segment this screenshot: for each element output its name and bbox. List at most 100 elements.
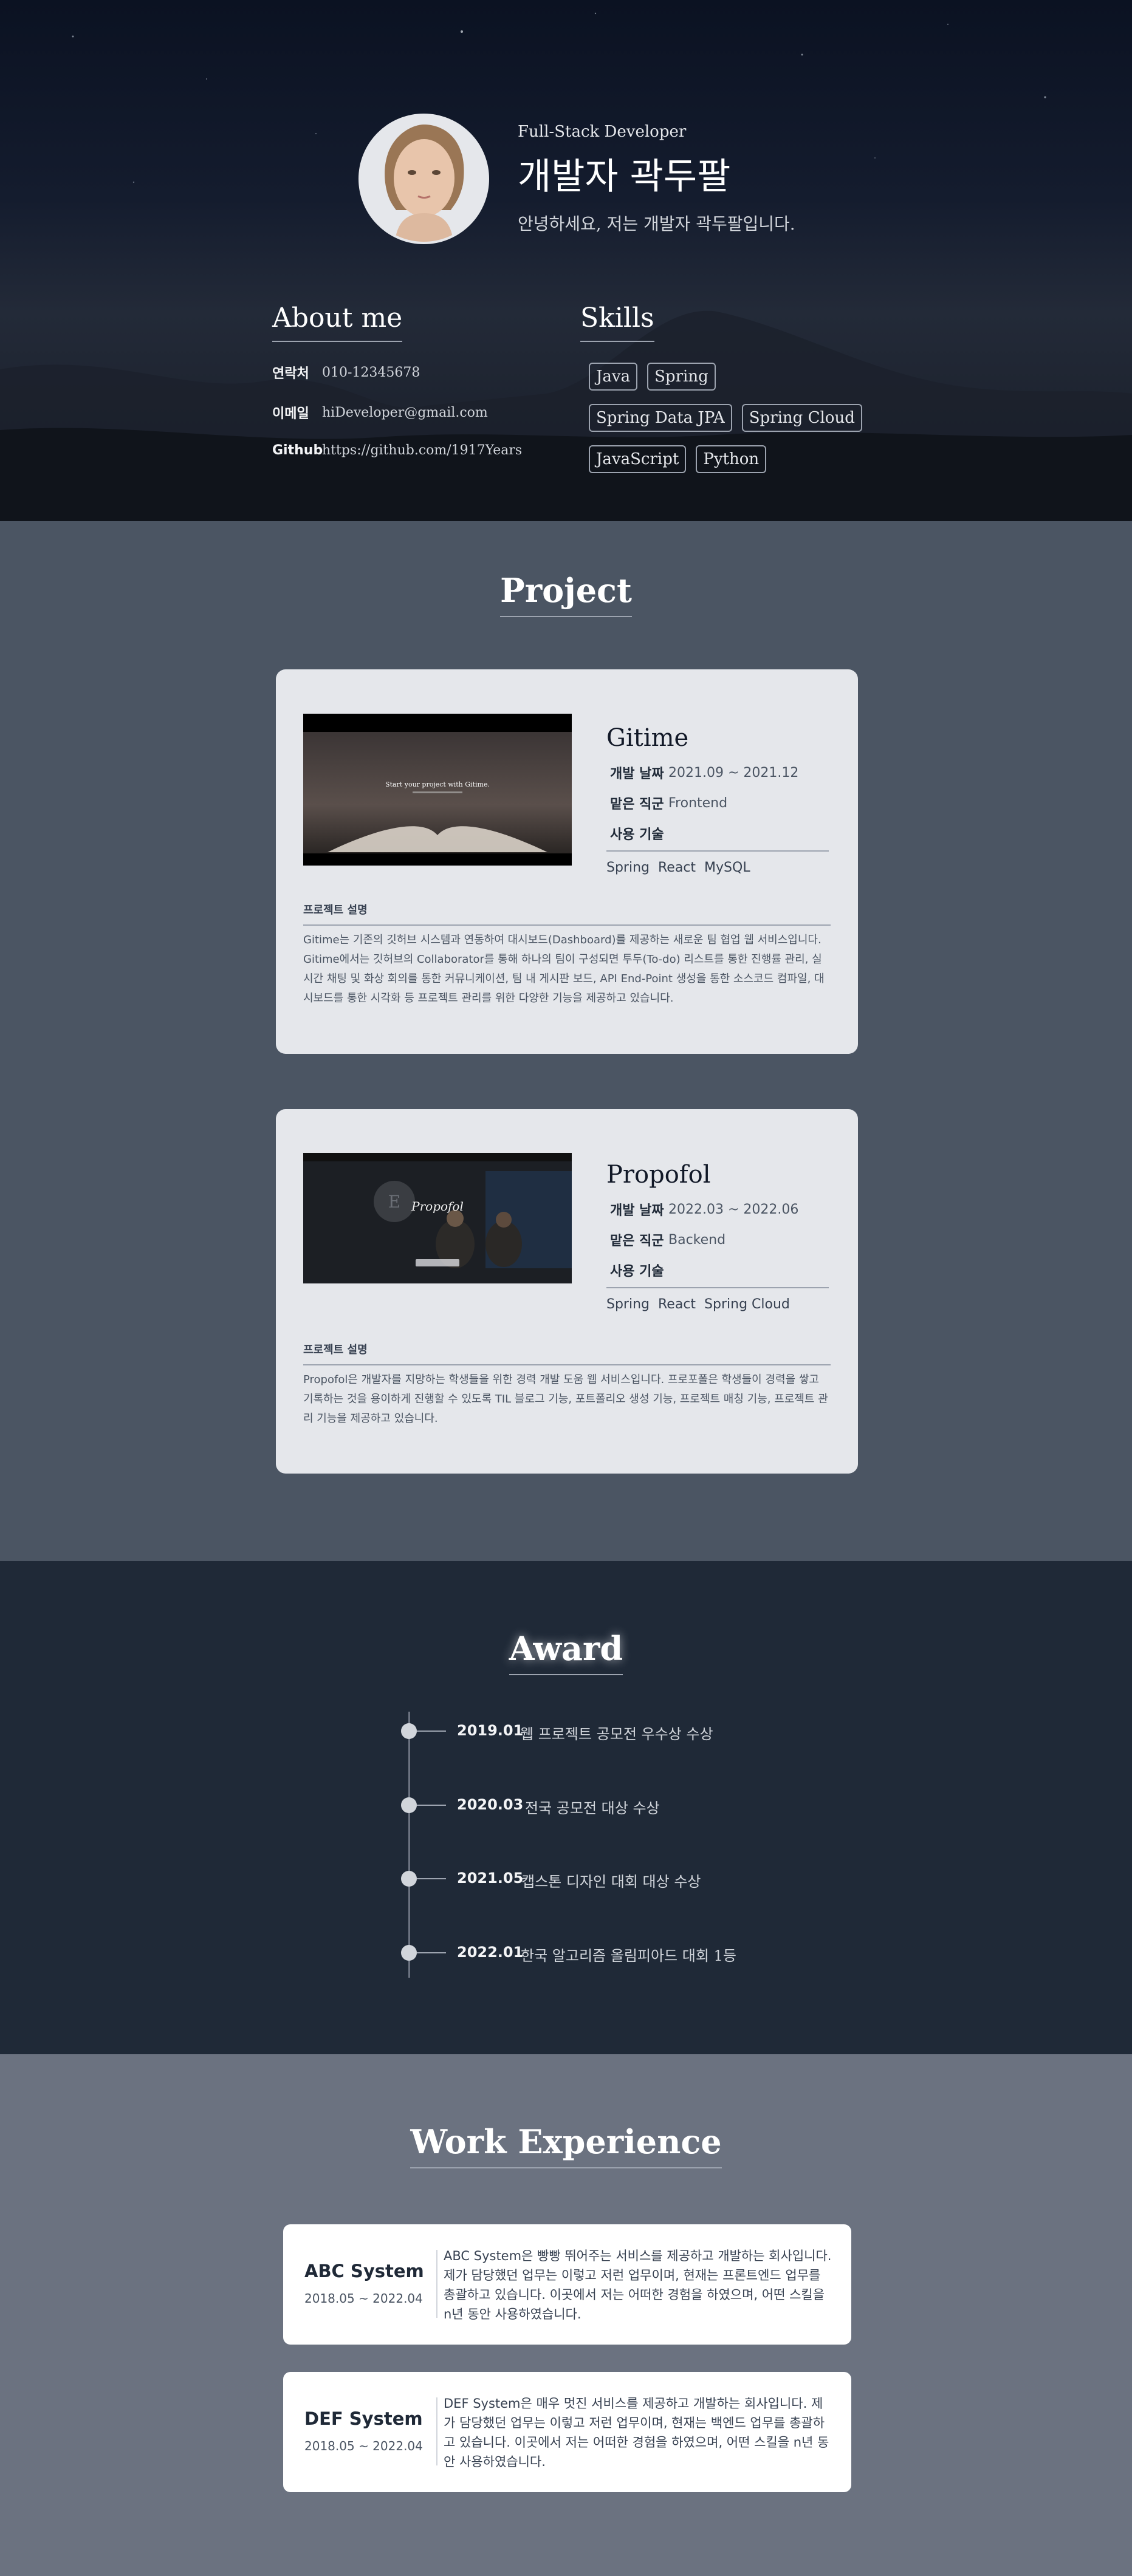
project-tech-label: 사용 기술 <box>606 1260 829 1288</box>
hero-name: 개발자 곽두팔 <box>518 155 731 198</box>
timeline-line <box>408 1712 410 1978</box>
project-date: 2022.03 ~ 2022.06 <box>668 1201 799 1217</box>
award-date: 2020.03 <box>457 1796 524 1813</box>
project-tech-item: Spring <box>606 1297 650 1312</box>
about-row-github: Github https://github.com/1917Years <box>272 443 522 458</box>
award-title-wrap: Award <box>0 1629 1132 1675</box>
skill-chip: JavaScript <box>589 445 687 473</box>
skills-section: Skills Java Spring Spring Data JPA Sprin… <box>580 302 866 473</box>
work-description: ABC System은 빵빵 뛰어주는 서비스를 제공하고 개발하는 회사입니다… <box>444 2249 832 2321</box>
about-row-contact: 연락처 010-12345678 <box>272 363 522 382</box>
project-tech-item: React <box>658 860 696 875</box>
project-card-propofol[interactable]: E Propofol Propofol 개발 날짜 2022.03 ~ 2022… <box>276 1109 858 1474</box>
award-name: 캡스톤 디자인 대회 대상 수상 <box>521 1873 701 1890</box>
award-name: 웹 프로젝트 공모전 우수상 수상 <box>520 1726 713 1743</box>
about-row-email: 이메일 hiDeveloper@gmail.com <box>272 403 522 422</box>
skill-chip: Spring <box>647 363 716 391</box>
timeline-dot <box>401 1945 417 1961</box>
about-value[interactable]: https://github.com/1917Years <box>322 443 522 458</box>
about-value: hiDeveloper@gmail.com <box>322 405 488 420</box>
project-tech-list: Spring React MySQL <box>606 860 829 875</box>
project-description: 프로젝트 설명 Gitime는 기존의 깃허브 시스템과 연동하여 대시보드(D… <box>303 901 831 1008</box>
timeline-connector <box>417 1952 446 1953</box>
hero-role: Full-Stack Developer <box>518 123 687 141</box>
project-tech-item: React <box>658 1297 696 1312</box>
award-date: 2019.01 <box>457 1722 524 1739</box>
timeline-dot <box>401 1797 417 1813</box>
about-section: About me 연락처 010-12345678 이메일 hiDevelope… <box>272 302 522 458</box>
company-name: ABC System <box>304 2261 424 2281</box>
hero-greeting: 안녕하세요, 저는 개발자 곽두팔입니다. <box>518 214 795 234</box>
project-title-wrap: Project <box>0 571 1132 617</box>
project-role-row: 맡은 직군 Backend <box>606 1230 829 1249</box>
project-date-label: 개발 날짜 <box>610 767 664 782</box>
work-divider <box>436 2250 437 2318</box>
skill-chip: Java <box>589 363 638 391</box>
project-tech-list: Spring React Spring Cloud <box>606 1297 829 1312</box>
skill-chip: Spring Cloud <box>741 404 862 432</box>
screenshot-headline: Start your project with Gitime. <box>385 781 490 788</box>
avatar <box>358 114 489 244</box>
project-role: Frontend <box>668 795 728 811</box>
project-tech-label: 사용 기술 <box>606 824 829 852</box>
timeline-connector <box>417 1805 446 1806</box>
project-title: Project <box>500 571 632 617</box>
work-divider <box>436 2397 437 2465</box>
timeline-connector <box>417 1878 446 1879</box>
profile-header: Full-Stack Developer 개발자 곽두팔 안녕하세요, 저는 개… <box>358 114 795 244</box>
mountain-silhouette <box>0 310 1132 521</box>
project-screenshot: E Propofol <box>303 1153 572 1283</box>
work-card-def[interactable]: DEF System 2018.05 ~ 2022.04 DEF System은… <box>283 2372 851 2492</box>
about-key: Github <box>272 443 323 458</box>
timeline-connector <box>417 1730 446 1732</box>
award-name: 한국 알고리즘 올림피아드 대회 1등 <box>521 1947 736 1964</box>
work-period: 2018.05 ~ 2022.04 <box>304 2439 423 2453</box>
svg-text:E: E <box>388 1192 400 1212</box>
project-info: Propofol 개발 날짜 2022.03 ~ 2022.06 맡은 직군 B… <box>606 1161 829 1312</box>
work-card-abc[interactable]: ABC System 2018.05 ~ 2022.04 ABC System은… <box>283 2224 851 2345</box>
project-date-row: 개발 날짜 2021.09 ~ 2021.12 <box>606 763 829 782</box>
skill-chip: Spring Data JPA <box>589 404 732 432</box>
award-name: 전국 공모전 대상 수상 <box>525 1800 660 1817</box>
project-name: Gitime <box>606 724 689 752</box>
work-description: DEF System은 매우 멋진 서비스를 제공하고 개발하는 회사입니다. … <box>444 2396 829 2469</box>
timeline-dot <box>401 1723 417 1739</box>
project-tech-item: Spring <box>606 860 650 875</box>
skill-chip-list: Java Spring Spring Data JPA Spring Cloud… <box>580 363 866 473</box>
screenshot-headline: Propofol <box>411 1199 464 1214</box>
project-desc-text: Gitime는 기존의 깃허브 시스템과 연동하여 대시보드(Dashboard… <box>303 934 825 1005</box>
hero-section: Full-Stack Developer 개발자 곽두팔 안녕하세요, 저는 개… <box>0 0 1132 521</box>
work-title: Work Experience <box>410 2122 722 2168</box>
project-desc-label: 프로젝트 설명 <box>303 901 831 926</box>
project-description: 프로젝트 설명 Propofol은 개발자를 지망하는 학생들을 위한 경력 개… <box>303 1341 831 1429</box>
company-name: DEF System <box>304 2408 423 2429</box>
project-date: 2021.09 ~ 2021.12 <box>668 765 799 781</box>
skill-chip: Python <box>696 445 767 473</box>
project-date-row: 개발 날짜 2022.03 ~ 2022.06 <box>606 1200 829 1219</box>
project-section: Project Start your project with Gitime. <box>0 521 1132 1561</box>
about-value: 010-12345678 <box>322 364 420 380</box>
project-screenshot: Start your project with Gitime. <box>303 714 572 866</box>
about-title: About me <box>272 302 403 342</box>
work-section: Work Experience ABC System 2018.05 ~ 202… <box>0 2054 1132 2576</box>
project-tech-item: MySQL <box>704 860 750 875</box>
project-desc-label: 프로젝트 설명 <box>303 1341 831 1365</box>
project-date-label: 개발 날짜 <box>610 1203 664 1218</box>
skills-title: Skills <box>580 302 654 342</box>
work-title-wrap: Work Experience <box>0 2122 1132 2168</box>
work-period: 2018.05 ~ 2022.04 <box>304 2291 423 2306</box>
about-key: 이메일 <box>272 406 309 422</box>
award-title: Award <box>509 1629 623 1675</box>
project-desc-text: Propofol은 개발자를 지망하는 학생들을 위한 경력 개발 도움 웹 서… <box>303 1373 828 1425</box>
project-role-row: 맡은 직군 Frontend <box>606 793 829 813</box>
project-role-label: 맡은 직군 <box>610 797 664 812</box>
about-key: 연락처 <box>272 366 309 381</box>
project-tech-item: Spring Cloud <box>704 1297 790 1312</box>
timeline-dot <box>401 1871 417 1887</box>
award-section: Award 2019.01 웹 프로젝트 공모전 우수상 수상 2020.03 … <box>0 1561 1132 2054</box>
project-name: Propofol <box>606 1161 711 1189</box>
award-date: 2021.05 <box>457 1870 524 1887</box>
project-role-label: 맡은 직군 <box>610 1234 664 1249</box>
project-card-gitime[interactable]: Start your project with Gitime. Gitime 개… <box>276 669 858 1054</box>
project-role: Backend <box>668 1232 726 1248</box>
